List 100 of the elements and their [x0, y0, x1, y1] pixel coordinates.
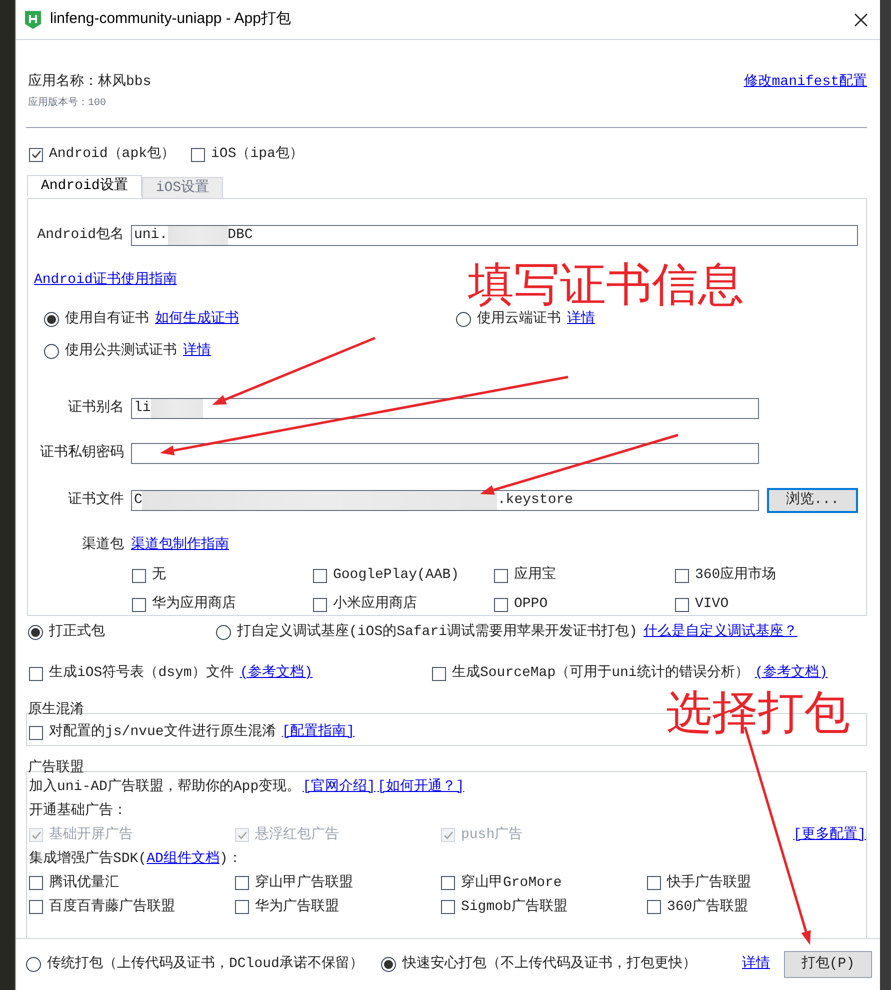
checkbox[interactable] [235, 876, 249, 890]
checkbox[interactable] [29, 666, 43, 680]
browse-button[interactable]: 浏览... [767, 488, 858, 513]
manifest-link[interactable]: 修改manifest配置 [744, 72, 867, 93]
annotation-text: 填写证书信息 [468, 262, 744, 308]
checkbox[interactable] [441, 876, 455, 890]
annotation-text: 选择打包 [666, 690, 850, 736]
radio-button[interactable] [44, 312, 59, 327]
label: OPPO [514, 595, 548, 614]
file-path-field[interactable]: C .keystore [131, 490, 759, 511]
link[interactable]: [官网介绍] [302, 778, 376, 796]
field-value: DBC [228, 226, 253, 245]
checkbox[interactable] [647, 900, 661, 914]
link[interactable]: 渠道包制作指南 [131, 535, 229, 556]
checkbox[interactable] [675, 568, 689, 582]
checkbox[interactable] [29, 876, 43, 890]
label: 小米应用商店 [333, 594, 417, 614]
label: 加入uni-AD广告联盟，帮助你的App变现。 [29, 778, 301, 796]
label: GooglePlay(AAB) [333, 566, 460, 585]
label: 证书文件 [67, 490, 124, 510]
label: Android包名 [36, 226, 124, 245]
checkbox[interactable] [675, 598, 689, 612]
checkbox[interactable] [235, 900, 249, 914]
label: VIVO [695, 595, 729, 614]
guide-link[interactable]: Android证书使用指南 [34, 272, 177, 288]
window-title: linfeng-community-uniapp - App打包 [50, 9, 291, 30]
tab[interactable]: iOS设置 [142, 177, 224, 199]
radio-button[interactable] [456, 312, 471, 327]
label: 打正式包 [49, 622, 105, 642]
app-version: 应用版本号：100 [28, 96, 108, 111]
checkbox[interactable] [132, 598, 146, 612]
tab[interactable]: Android设置 [27, 175, 142, 197]
label: 百度百青藤广告联盟 [49, 898, 175, 916]
radio-button[interactable] [44, 344, 59, 359]
link[interactable]: 什么是自定义调试基座？ [643, 622, 798, 643]
label: 穿山甲GroMore [461, 874, 562, 892]
checkbox[interactable] [29, 900, 43, 914]
checkbox[interactable] [313, 598, 327, 612]
label: 使用公共测试证书 [65, 342, 177, 361]
label: 对配置的js/nvue文件进行原生混淆 [49, 722, 276, 742]
label: 开通基础广告： [29, 802, 128, 820]
checkbox[interactable] [647, 876, 661, 890]
label: 无 [152, 566, 166, 585]
label: 打自定义调试基座(iOS的Safari调试需要用苹果开发证书打包) [237, 622, 638, 642]
app-logo-icon [24, 10, 42, 30]
link[interactable]: (参考文档) [240, 663, 313, 684]
label: 快手广告联盟 [667, 874, 751, 892]
link[interactable]: (参考文档) [754, 663, 828, 684]
link[interactable]: 详情 [183, 341, 211, 362]
group-title: 广告联盟 [27, 760, 84, 776]
label: 使用自有证书 [65, 310, 149, 329]
label: 悬浮红包广告 [255, 826, 339, 844]
link[interactable]: 详情 [742, 954, 770, 975]
label: 应用宝 [514, 565, 556, 585]
group-title: 原生混淆 [27, 702, 84, 718]
label: 360应用市场 [695, 565, 776, 585]
checkbox[interactable] [432, 666, 446, 680]
link[interactable]: 如何生成证书 [155, 309, 239, 330]
checkbox[interactable] [441, 900, 455, 914]
label: Android（apk包） [49, 144, 176, 164]
label: 证书别名 [67, 398, 124, 418]
label: 华为应用商店 [152, 594, 236, 614]
field-value: .keystore [497, 491, 574, 510]
checkbox[interactable] [29, 148, 43, 162]
link[interactable]: [更多配置] [793, 826, 866, 844]
label: 证书私钥密码 [39, 443, 124, 463]
checkbox[interactable] [494, 568, 508, 582]
label: push广告 [461, 826, 523, 844]
checkbox[interactable] [132, 568, 146, 582]
checkbox[interactable] [29, 726, 43, 740]
link[interactable]: AD组件文档 [146, 850, 220, 868]
radio-button[interactable] [28, 625, 43, 640]
input-field[interactable]: uni. DBC [131, 225, 858, 246]
input-field[interactable]: li [131, 398, 759, 419]
link[interactable]: [如何开通？] [377, 778, 464, 796]
label: 渠道包 [81, 535, 124, 555]
link[interactable]: 详情 [567, 309, 595, 330]
field-value: uni. [134, 226, 168, 245]
password-field[interactable] [131, 443, 759, 464]
radio-button[interactable] [26, 957, 41, 972]
build-button[interactable]: 打包(P) [784, 951, 872, 978]
label: 传统打包（上传代码及证书，DCloud承诺不保留） [47, 954, 364, 974]
label: 生成iOS符号表（dsym）文件 [49, 663, 234, 683]
field-value: C [134, 491, 142, 510]
label: 穿山甲广告联盟 [255, 874, 353, 892]
label: 腾讯优量汇 [49, 874, 119, 892]
label: )： [219, 850, 242, 868]
radio-button[interactable] [216, 625, 231, 640]
close-icon[interactable] [854, 12, 868, 26]
label: 集成增强广告SDK( [29, 850, 147, 868]
label: 360广告联盟 [667, 898, 748, 916]
radio-button[interactable] [381, 957, 396, 972]
checkbox[interactable] [313, 568, 327, 582]
label: 华为广告联盟 [255, 898, 339, 916]
label: 基础开屏广告 [49, 826, 133, 844]
checkbox[interactable] [494, 598, 508, 612]
link[interactable]: [配置指南] [282, 722, 355, 743]
checkbox[interactable] [191, 148, 206, 162]
label: 使用云端证书 [477, 310, 561, 329]
label: Sigmob广告联盟 [461, 898, 568, 916]
